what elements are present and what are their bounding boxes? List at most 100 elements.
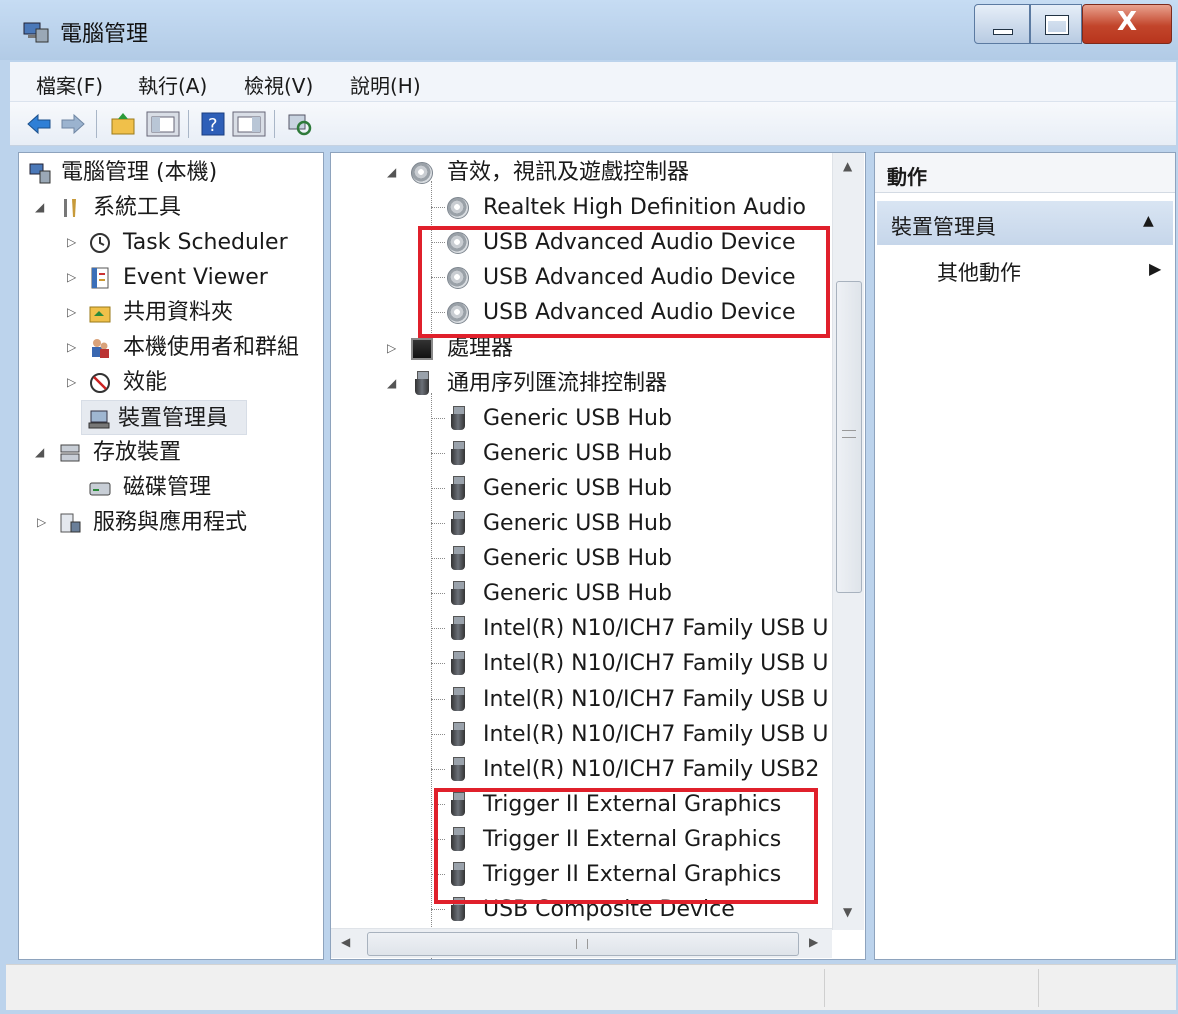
device-tree-label: Intel(R) N10/ICH7 Family USB U (483, 686, 829, 712)
window-title: 電腦管理 (60, 22, 149, 47)
horizontal-scroll-thumb[interactable] (367, 932, 799, 956)
tree-item-shared-folders[interactable]: ▷ 共用資料夾 (25, 295, 315, 330)
collapse-up-icon[interactable]: ▲ (1143, 213, 1154, 229)
collapsed-triangle-icon[interactable]: ▷ (67, 225, 76, 260)
device-tree-label: Intel(R) N10/ICH7 Family USB U (483, 721, 829, 747)
menu-help[interactable]: 說明(H) (350, 70, 421, 99)
tree-item-label: 系統工具 (93, 195, 182, 220)
device-tree-item[interactable]: ◢ 音效，視訊及遊戲控制器 (331, 155, 851, 190)
menu-action[interactable]: 執行(A) (138, 70, 207, 99)
tree-item-local-users-groups[interactable]: ▷ 本機使用者和群組 (25, 330, 315, 365)
device-tree-item[interactable]: Generic USB Hub (331, 471, 851, 506)
scroll-right-arrow-icon[interactable]: ▶ (809, 935, 818, 949)
users-icon (92, 339, 109, 358)
device-tree-item[interactable]: ◢ 通用序列匯流排控制器 (331, 366, 851, 401)
highlight-box-trigger-devices (434, 788, 818, 904)
tree-line (431, 593, 445, 595)
storage-icon (60, 444, 80, 462)
device-tree-item[interactable]: Generic USB Hub (331, 506, 851, 541)
submenu-arrow-icon[interactable]: ▶ (1149, 259, 1161, 278)
tree-line (431, 452, 445, 454)
collapsed-triangle-icon[interactable]: ▷ (67, 295, 76, 330)
usb-plug-icon (451, 686, 465, 711)
usb-plug-icon (451, 475, 465, 500)
device-tree-item[interactable]: Generic USB Hub (331, 576, 851, 611)
tree-item-task-scheduler[interactable]: ▷ Task Scheduler (25, 225, 315, 260)
help-icon[interactable]: ? (200, 111, 226, 137)
computer-management-icon (29, 163, 51, 184)
device-tree-item[interactable]: Intel(R) N10/ICH7 Family USB U (331, 611, 851, 646)
status-separator (824, 969, 825, 1007)
device-tree-item[interactable]: Intel(R) N10/ICH7 Family USB U (331, 646, 851, 681)
usb-plug-icon (451, 651, 465, 676)
device-tree-label: 音效，視訊及遊戲控制器 (447, 160, 690, 185)
device-tree-item[interactable]: Realtek High Definition Audio (331, 190, 851, 225)
tree-line (431, 909, 445, 911)
maximize-button[interactable] (1030, 4, 1082, 44)
toolbar-separator (188, 110, 189, 138)
tree-item-services-applications[interactable]: ▷ 服務與應用程式 (25, 505, 315, 540)
refresh-icon[interactable] (286, 111, 312, 137)
forward-arrow-icon[interactable] (60, 111, 86, 137)
computer-management-window: 電腦管理 X 檔案(F) 執行(A) 檢視(V) 說明(H) ? 電腦管理 (本… (0, 0, 1178, 1014)
tree-item-label: 本機使用者和群組 (123, 335, 300, 360)
tree-item-device-manager[interactable]: 裝置管理員 (81, 400, 247, 435)
close-button[interactable]: X (1082, 4, 1172, 44)
device-tree-item[interactable]: Intel(R) N10/ICH7 Family USB2 (331, 752, 851, 787)
device-tree-label: Generic USB Hub (483, 405, 672, 431)
minimize-icon (993, 29, 1013, 35)
expanded-triangle-icon[interactable]: ◢ (387, 155, 396, 190)
performance-icon (90, 373, 110, 393)
device-tree-item[interactable]: Intel(R) N10/ICH7 Family USB U (331, 717, 851, 752)
console-tree-pane[interactable]: 電腦管理 (本機) ◢ 系統工具 ▷ Task Scheduler ▷ Even… (18, 152, 324, 960)
back-arrow-icon[interactable] (26, 111, 52, 137)
toolbar-separator (274, 110, 275, 138)
device-tree-item[interactable]: Generic USB Hub (331, 401, 851, 436)
tree-item-disk-management[interactable]: 磁碟管理 (25, 470, 315, 505)
vertical-scroll-thumb[interactable] (836, 281, 862, 593)
up-folder-icon[interactable] (110, 111, 136, 137)
tree-item-performance[interactable]: ▷ 效能 (25, 365, 315, 400)
vertical-scrollbar[interactable]: ▲ ▼ (832, 153, 864, 930)
scroll-left-arrow-icon[interactable]: ◀ (341, 935, 350, 949)
more-actions-item[interactable]: 其他動作 (937, 257, 1021, 287)
title-bar[interactable]: 電腦管理 X (0, 0, 1178, 60)
device-tree-item[interactable]: Generic USB Hub (331, 541, 851, 576)
menu-bar: 檔案(F) 執行(A) 檢視(V) 說明(H) (10, 62, 1176, 102)
toolbar: ? (10, 102, 1176, 146)
horizontal-scrollbar[interactable]: ◀ ▶ (331, 928, 832, 958)
collapsed-triangle-icon[interactable]: ▷ (387, 331, 396, 366)
tree-item-storage[interactable]: ◢ 存放裝置 (25, 435, 315, 470)
computer-management-icon (23, 22, 49, 43)
menu-file[interactable]: 檔案(F) (36, 70, 103, 99)
actions-title: 動作 (887, 165, 927, 189)
properties-icon[interactable] (232, 111, 266, 137)
device-tree-label: 通用序列匯流排控制器 (447, 370, 668, 396)
collapsed-triangle-icon[interactable]: ▷ (67, 260, 76, 295)
status-bar (6, 964, 1176, 1010)
device-tree-label: Generic USB Hub (483, 440, 672, 466)
tree-item-computer-management[interactable]: 電腦管理 (本機) (25, 155, 315, 190)
device-tree-item[interactable]: Intel(R) N10/ICH7 Family USB U (331, 682, 851, 717)
scroll-up-arrow-icon[interactable]: ▲ (843, 159, 852, 173)
tree-line (431, 487, 445, 489)
scroll-down-arrow-icon[interactable]: ▼ (843, 905, 852, 919)
device-tree-item[interactable]: Generic USB Hub (331, 436, 851, 471)
collapsed-triangle-icon[interactable]: ▷ (67, 365, 76, 400)
actions-pane: 動作 裝置管理員 ▲ 其他動作 ▶ (874, 152, 1176, 960)
expanded-triangle-icon[interactable]: ◢ (35, 435, 44, 470)
collapsed-triangle-icon[interactable]: ▷ (37, 505, 46, 540)
actions-section-device-manager[interactable]: 裝置管理員 ▲ (877, 201, 1173, 245)
minimize-button[interactable] (974, 4, 1030, 44)
tools-icon (64, 199, 76, 217)
tree-item-event-viewer[interactable]: ▷ Event Viewer (25, 260, 315, 295)
tree-item-label: 裝置管理員 (118, 406, 229, 431)
collapsed-triangle-icon[interactable]: ▷ (67, 330, 76, 365)
actions-header: 動作 (875, 153, 1175, 193)
menu-view[interactable]: 檢視(V) (244, 70, 313, 99)
device-tree-label: Generic USB Hub (483, 546, 672, 572)
show-hide-tree-icon[interactable] (146, 111, 180, 137)
expanded-triangle-icon[interactable]: ◢ (387, 366, 396, 401)
tree-item-system-tools[interactable]: ◢ 系統工具 (25, 190, 315, 225)
expanded-triangle-icon[interactable]: ◢ (35, 190, 44, 225)
